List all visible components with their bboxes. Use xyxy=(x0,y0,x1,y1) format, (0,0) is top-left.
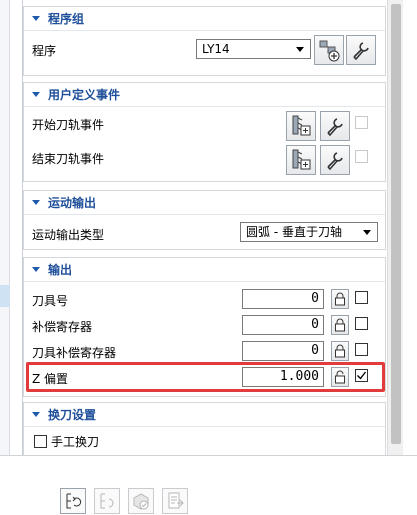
adjust-register-checkbox[interactable] xyxy=(355,317,368,330)
create-program-button[interactable] xyxy=(314,35,344,65)
chevron-down-icon xyxy=(363,230,371,235)
wrench-icon xyxy=(327,152,343,171)
group-output: 输出 刀具号 0 补偿寄存器 0 刀具补偿寄存器 0 Z 偏置 1.000 xyxy=(23,257,386,397)
program-select-value: LY14 xyxy=(202,42,230,56)
verify-button[interactable] xyxy=(128,488,154,514)
replay-button[interactable] xyxy=(94,488,120,514)
left-list-strip xyxy=(0,0,10,455)
cutcom-register-lock-button[interactable] xyxy=(331,341,349,361)
bottom-toolbar xyxy=(0,455,417,515)
start-event-edit-button[interactable] xyxy=(320,111,350,141)
group-user-events: 用户定义事件 开始刀轨事件 结束刀轨事件 xyxy=(23,82,386,182)
group-program: 程序组 程序 LY14 xyxy=(23,6,386,76)
tool-number-lock-button[interactable] xyxy=(331,289,349,309)
replay-icon xyxy=(100,493,114,509)
motion-output-type-label: 运动输出类型 xyxy=(32,228,105,242)
motion-output-type-select[interactable]: 圆弧 - 垂直于刀轴 xyxy=(240,222,378,242)
start-event-checkbox[interactable] xyxy=(355,116,368,129)
vertical-scrollbar[interactable] xyxy=(387,0,403,455)
edit-program-button[interactable] xyxy=(346,35,376,65)
cutcom-register-field[interactable]: 0 xyxy=(242,341,324,361)
checkmark-icon xyxy=(357,371,367,380)
z-offset-field[interactable]: 1.000 xyxy=(242,367,324,387)
group-program-header[interactable]: 程序组 xyxy=(24,7,385,29)
group-tool-change-header[interactable]: 换刀设置 xyxy=(24,403,385,425)
collapse-triangle-icon xyxy=(32,411,40,417)
chevron-down-icon xyxy=(296,47,304,52)
end-event-checkbox[interactable] xyxy=(355,150,368,163)
z-offset-label: Z 偏置 xyxy=(32,372,69,386)
start-path-event-label: 开始刀轨事件 xyxy=(32,118,105,132)
divider xyxy=(24,106,385,107)
collapse-triangle-icon xyxy=(32,15,40,21)
group-title: 程序组 xyxy=(48,11,85,26)
manual-tool-change-label: 手工换刀 xyxy=(51,435,100,449)
motion-output-type-value: 圆弧 - 垂直于刀轴 xyxy=(246,225,342,239)
divider xyxy=(24,30,385,31)
group-title: 用户定义事件 xyxy=(48,87,121,102)
collapse-triangle-icon xyxy=(32,91,40,97)
program-label: 程序 xyxy=(32,44,57,58)
group-motion-output: 运动输出 运动输出类型 圆弧 - 垂直于刀轴 xyxy=(23,190,386,250)
group-title: 输出 xyxy=(48,262,73,277)
tool-number-label: 刀具号 xyxy=(32,294,69,308)
program-select[interactable]: LY14 xyxy=(196,39,311,59)
operation-dialog: 程序组 程序 LY14 用户定义事件 开始刀轨事件 结束刀轨事件 运动输出 运动… xyxy=(0,0,417,515)
tool-event-icon xyxy=(292,115,311,136)
group-tool-change: 换刀设置 手工换刀 xyxy=(23,402,386,455)
lock-icon xyxy=(335,344,345,358)
group-user-events-header[interactable]: 用户定义事件 xyxy=(24,83,385,105)
lock-open-icon xyxy=(335,370,345,384)
list-output-button[interactable] xyxy=(162,488,188,514)
tool-event-icon xyxy=(292,149,311,170)
generate-icon xyxy=(66,493,82,509)
group-output-header[interactable]: 输出 xyxy=(24,258,385,280)
end-event-edit-button[interactable] xyxy=(320,145,350,175)
group-title: 运动输出 xyxy=(48,195,97,210)
cutcom-register-checkbox[interactable] xyxy=(355,343,368,356)
generate-toolpath-button[interactable] xyxy=(60,488,86,514)
adjust-register-field[interactable]: 0 xyxy=(242,315,324,335)
start-event-button[interactable] xyxy=(286,111,316,141)
group-motion-output-header[interactable]: 运动输出 xyxy=(24,191,385,213)
collapse-triangle-icon xyxy=(32,266,40,272)
lock-icon xyxy=(335,318,345,332)
divider xyxy=(24,426,385,427)
cutcom-register-label: 刀具补偿寄存器 xyxy=(32,346,117,360)
left-list-selected-row[interactable] xyxy=(0,285,10,307)
z-offset-lock-button[interactable] xyxy=(331,367,349,387)
divider xyxy=(24,214,385,215)
wrench-icon xyxy=(327,118,343,137)
dialog-scroll-area: 程序组 程序 LY14 用户定义事件 开始刀轨事件 结束刀轨事件 运动输出 运动… xyxy=(22,0,386,455)
tool-number-checkbox[interactable] xyxy=(355,291,368,304)
z-offset-checkbox[interactable] xyxy=(355,369,368,382)
adjust-register-label: 补偿寄存器 xyxy=(32,320,93,334)
scrollbar-thumb[interactable] xyxy=(391,4,401,444)
end-event-button[interactable] xyxy=(286,145,316,175)
create-program-icon xyxy=(319,40,340,62)
wrench-icon xyxy=(353,42,369,61)
collapse-triangle-icon xyxy=(32,199,40,205)
group-title: 换刀设置 xyxy=(48,407,97,422)
manual-tool-change-checkbox[interactable] xyxy=(34,435,47,448)
list-icon xyxy=(168,492,184,509)
end-path-event-label: 结束刀轨事件 xyxy=(32,152,105,166)
adjust-register-lock-button[interactable] xyxy=(331,315,349,335)
divider xyxy=(24,281,385,282)
verify-icon xyxy=(133,493,149,510)
lock-icon xyxy=(335,292,345,306)
tool-number-field[interactable]: 0 xyxy=(242,289,324,309)
